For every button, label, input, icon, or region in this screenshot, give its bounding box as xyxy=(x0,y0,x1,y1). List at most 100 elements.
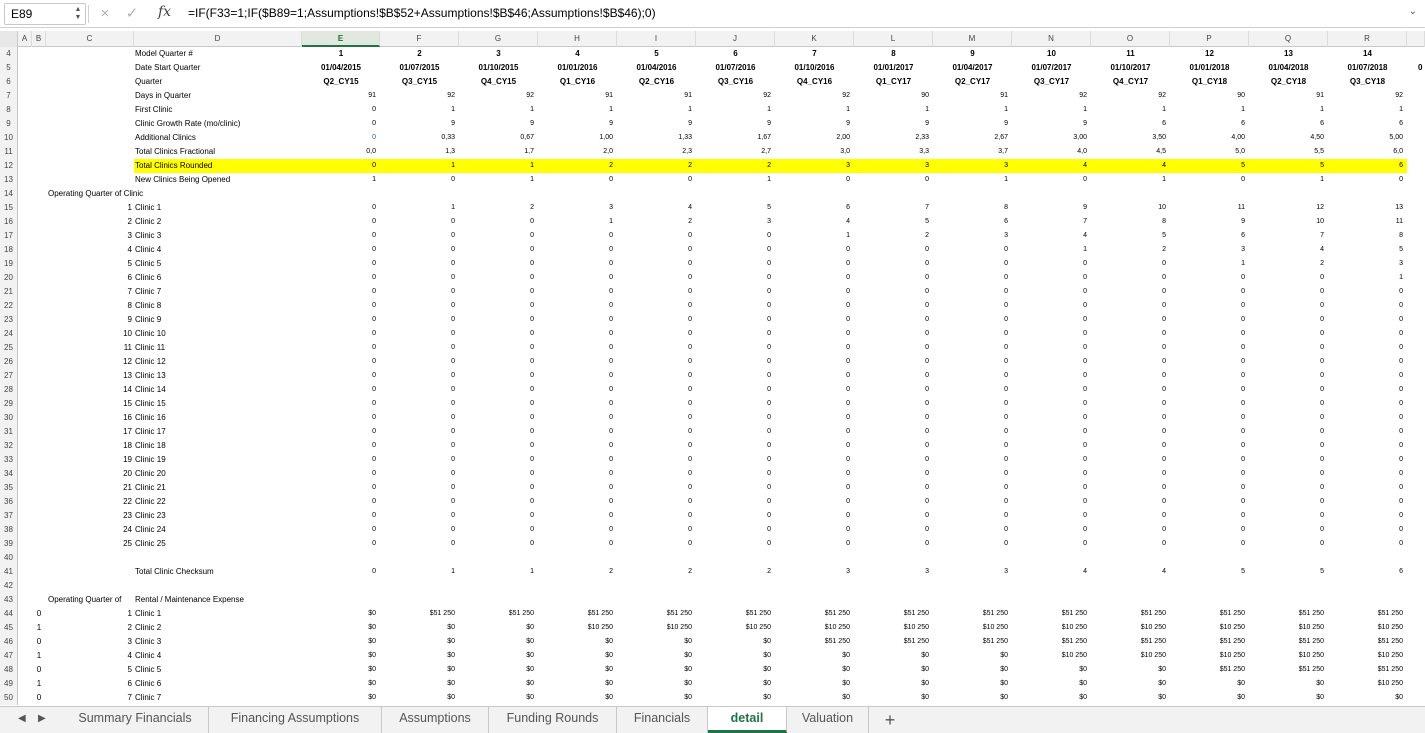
cell-g[interactable]: 0,67 xyxy=(459,131,538,145)
row-label[interactable]: Clinic 24 xyxy=(134,523,166,537)
cell-n[interactable]: 9 xyxy=(1012,117,1091,131)
cell-m[interactable]: 0 xyxy=(933,411,1012,425)
cell-r[interactable]: 0 xyxy=(1328,397,1407,411)
cell-l[interactable]: 90 xyxy=(854,89,933,103)
cell-p[interactable]: 0 xyxy=(1170,173,1249,187)
cell-l[interactable]: 0 xyxy=(854,411,933,425)
cell-j[interactable]: 0 xyxy=(696,425,775,439)
cell-i[interactable]: 1,33 xyxy=(617,131,696,145)
row-header[interactable]: 36 xyxy=(0,495,18,509)
cell-c[interactable]: 2 xyxy=(46,621,134,635)
cell-f[interactable]: 0 xyxy=(380,383,459,397)
cell-q[interactable]: 0 xyxy=(1249,411,1328,425)
row-label[interactable]: Clinic 23 xyxy=(134,509,166,523)
cell-m[interactable]: 01/04/2017 xyxy=(933,61,1012,75)
cell-k[interactable]: 1 xyxy=(775,103,854,117)
cell-m[interactable]: 0 xyxy=(933,397,1012,411)
cell-g[interactable]: $0 xyxy=(459,649,538,663)
cell-f[interactable]: $51 250 xyxy=(380,607,459,621)
cell-r[interactable]: 5 xyxy=(1328,243,1407,257)
cell-j[interactable]: 9 xyxy=(696,117,775,131)
cell-j[interactable]: 0 xyxy=(696,285,775,299)
cell-e[interactable]: 0 xyxy=(302,271,380,285)
cell-p[interactable]: 12 xyxy=(1170,47,1249,61)
row-label[interactable]: New Clinics Being Opened xyxy=(134,173,230,187)
cell-q[interactable]: 0 xyxy=(1249,453,1328,467)
cell-r[interactable]: 0 xyxy=(1328,481,1407,495)
row-header[interactable]: 14 xyxy=(0,187,18,201)
cell-c[interactable]: 12 xyxy=(46,355,134,369)
cell-j[interactable]: 6 xyxy=(696,47,775,61)
cell-l[interactable]: 2 xyxy=(854,229,933,243)
cell-p[interactable]: $0 xyxy=(1170,691,1249,705)
cell-n[interactable]: 9 xyxy=(1012,201,1091,215)
cell-j[interactable]: 0 xyxy=(696,341,775,355)
cell-l[interactable]: 0 xyxy=(854,453,933,467)
cell-i[interactable]: 0 xyxy=(617,173,696,187)
cell-g[interactable]: 2 xyxy=(459,201,538,215)
cell-g[interactable]: $0 xyxy=(459,691,538,705)
row-label[interactable]: Rental / Maintenance Expense xyxy=(134,593,244,607)
cell-j[interactable]: 01/07/2016 xyxy=(696,61,775,75)
cell-m[interactable]: $0 xyxy=(933,691,1012,705)
cell-i[interactable]: 0 xyxy=(617,481,696,495)
row-label[interactable]: Clinic 2 xyxy=(134,215,161,229)
cell-l[interactable]: 1 xyxy=(854,103,933,117)
cell-n[interactable]: 0 xyxy=(1012,425,1091,439)
cell-h[interactable]: $0 xyxy=(538,635,617,649)
cell-m[interactable]: $51 250 xyxy=(933,607,1012,621)
cell-e[interactable]: 0 xyxy=(302,439,380,453)
column-header-b[interactable]: B xyxy=(32,31,46,47)
cell-q[interactable]: 4,50 xyxy=(1249,131,1328,145)
cell-i[interactable]: $0 xyxy=(617,677,696,691)
row-header[interactable]: 19 xyxy=(0,257,18,271)
cell-g[interactable]: 0 xyxy=(459,467,538,481)
cell-r[interactable]: 6 xyxy=(1328,565,1407,579)
cell-j[interactable]: 0 xyxy=(696,495,775,509)
cell-k[interactable]: 92 xyxy=(775,89,854,103)
cell-l[interactable]: 2,33 xyxy=(854,131,933,145)
cell-r[interactable]: Q3_CY18 xyxy=(1328,75,1407,89)
cell-e[interactable]: $0 xyxy=(302,635,380,649)
cell-o[interactable]: 0 xyxy=(1091,257,1170,271)
cell-n[interactable]: 0 xyxy=(1012,509,1091,523)
cell-g[interactable]: 0 xyxy=(459,411,538,425)
cell-r[interactable]: $10 250 xyxy=(1328,621,1407,635)
cell-g[interactable]: 01/10/2015 xyxy=(459,61,538,75)
cell-k[interactable]: 2,00 xyxy=(775,131,854,145)
cell-g[interactable]: 0 xyxy=(459,257,538,271)
name-box[interactable]: E89 ▲ ▼ xyxy=(4,3,86,25)
cell-e[interactable]: $0 xyxy=(302,649,380,663)
cell-h[interactable]: 0 xyxy=(538,355,617,369)
cell-o[interactable]: 11 xyxy=(1091,47,1170,61)
row-label[interactable]: Clinic 5 xyxy=(134,257,161,271)
cell-q[interactable]: $0 xyxy=(1249,677,1328,691)
cell-j[interactable]: 0 xyxy=(696,257,775,271)
cell-n[interactable]: 1 xyxy=(1012,103,1091,117)
cell-o[interactable]: 0 xyxy=(1091,467,1170,481)
cell-l[interactable]: 0 xyxy=(854,537,933,551)
cell-k[interactable]: 4 xyxy=(775,215,854,229)
cell-q[interactable]: 4 xyxy=(1249,243,1328,257)
cell-p[interactable]: 6 xyxy=(1170,117,1249,131)
cell-e[interactable]: Q2_CY15 xyxy=(302,75,380,89)
cell-q[interactable]: $51 250 xyxy=(1249,663,1328,677)
cell-o[interactable]: 0 xyxy=(1091,341,1170,355)
cell-g[interactable]: 0 xyxy=(459,397,538,411)
cell-g[interactable]: 0 xyxy=(459,369,538,383)
cell-h[interactable]: 0 xyxy=(538,299,617,313)
cell-p[interactable]: 3 xyxy=(1170,243,1249,257)
cell-c[interactable]: 11 xyxy=(46,341,134,355)
sheet-tab-assumptions[interactable]: Assumptions xyxy=(382,707,489,733)
column-header-p[interactable]: P xyxy=(1170,31,1249,47)
cell-j[interactable]: 0 xyxy=(696,523,775,537)
cell-m[interactable]: 0 xyxy=(933,467,1012,481)
cell-n[interactable]: 4 xyxy=(1012,159,1091,173)
cell-k[interactable]: 0 xyxy=(775,411,854,425)
cell-b[interactable]: 1 xyxy=(32,649,46,663)
cell-o[interactable]: 92 xyxy=(1091,89,1170,103)
cell-j[interactable]: 0 xyxy=(696,411,775,425)
cell-p[interactable]: $51 250 xyxy=(1170,607,1249,621)
row-label[interactable]: Clinic 21 xyxy=(134,481,166,495)
cell-p[interactable]: 0 xyxy=(1170,481,1249,495)
